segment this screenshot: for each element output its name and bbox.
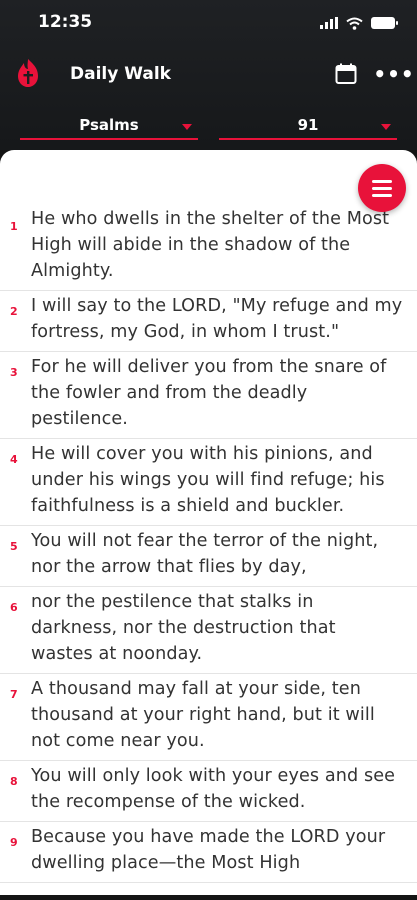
more-icon: ••• [373,62,415,86]
verse-item[interactable]: 4 He will cover you with his pinions, an… [0,439,417,526]
verse-text: nor the pestilence that stalks in darkne… [31,592,336,664]
menu-button[interactable] [358,164,406,212]
verse-text: Because you have made the LORD your dwel… [31,827,386,873]
calendar-button[interactable] [333,61,359,87]
verse-list: 1 He who dwells in the shelter of the Mo… [0,206,417,883]
verse-item[interactable]: 8 You will only look with your eyes and … [0,761,417,822]
bottom-edge [0,895,417,900]
verse-number: 7 [10,688,18,701]
battery-icon [371,17,398,29]
verse-number: 4 [10,453,18,466]
verse-text: He will cover you with his pinions, and … [31,444,385,516]
flame-logo [18,59,38,87]
chevron-down-icon [182,124,192,130]
verse-item[interactable]: 3 For he will deliver you from the snare… [0,352,417,439]
verse-item[interactable]: 9 Because you have made the LORD your dw… [0,822,417,883]
app-title: Daily Walk [70,64,171,84]
verse-text: He who dwells in the shelter of the Most… [31,209,390,281]
chapter-selector[interactable]: 91 [219,112,397,140]
verse-item[interactable]: 6 nor the pestilence that stalks in dark… [0,587,417,674]
verse-number: 3 [10,366,18,379]
menu-icon [372,186,392,190]
verse-text: A thousand may fall at your side, ten th… [31,679,375,751]
signal-icon [320,17,338,29]
book-selector-value: Psalms [79,116,139,134]
verse-text: For he will deliver you from the snare o… [31,357,387,429]
verse-number: 8 [10,775,18,788]
verse-item[interactable]: 5 You will not fear the terror of the ni… [0,526,417,587]
menu-icon [372,179,392,183]
verse-number: 6 [10,601,18,614]
verse-text: You will not fear the terror of the nigh… [31,531,379,577]
chevron-down-icon [381,124,391,130]
verse-item[interactable]: 1 He who dwells in the shelter of the Mo… [0,206,417,291]
verse-item[interactable]: 7 A thousand may fall at your side, ten … [0,674,417,761]
book-selector[interactable]: Psalms [20,112,198,140]
more-button[interactable]: ••• [373,60,413,88]
verse-item[interactable]: 2 I will say to the LORD, "My refuge and… [0,291,417,352]
calendar-icon [335,63,357,84]
wifi-icon [346,17,363,30]
status-time: 12:35 [38,12,93,32]
verse-number: 2 [10,305,18,318]
menu-icon [372,193,392,197]
chapter-selector-value: 91 [297,116,319,134]
verse-number: 1 [10,220,18,233]
app-header: 12:35 Daily Walk ••• Psalms 91 [0,0,417,150]
verse-text: You will only look with your eyes and se… [31,766,396,812]
scripture-content[interactable]: 1 He who dwells in the shelter of the Mo… [0,150,417,895]
status-icons [320,13,398,33]
verse-number: 9 [10,836,18,849]
verse-number: 5 [10,540,18,553]
verse-text: I will say to the LORD, "My refuge and m… [31,296,403,342]
